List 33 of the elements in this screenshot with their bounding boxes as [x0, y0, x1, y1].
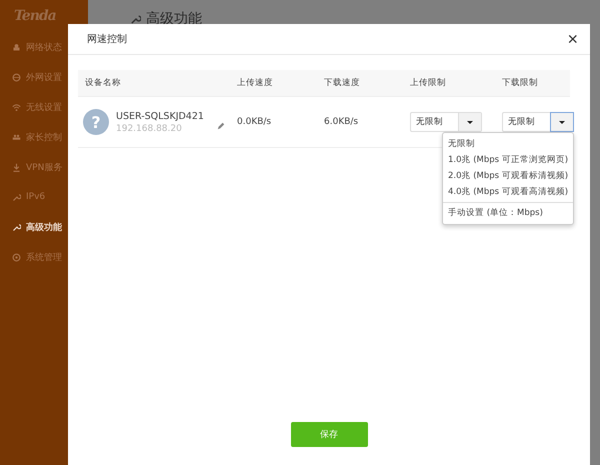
device-name: USER-SQLSKJD421 — [116, 110, 204, 122]
close-button[interactable]: × — [565, 30, 580, 48]
wifi-icon — [12, 102, 21, 112]
table-cell-text: 0.0KB/s — [236, 117, 272, 127]
sidebar-item[interactable]: 高级功能 — [0, 212, 88, 242]
gear-icon — [12, 252, 21, 262]
logo-text: Tenda — [13, 7, 57, 26]
column-header: 下载限制 — [501, 77, 539, 89]
edit-icon[interactable] — [216, 122, 225, 130]
wrench-icon — [12, 222, 21, 232]
column-header: 下载速度 — [323, 77, 361, 89]
wrench-icon — [130, 14, 141, 24]
table-cell-text: 6.0KB/s — [323, 117, 360, 127]
limit-dropdown[interactable]: 无限制 — [502, 112, 574, 132]
caret-icon — [467, 120, 473, 124]
menu-option[interactable]: 1.0兆 (Mbps 可正常浏览网页) — [443, 152, 573, 168]
limit-dropdown[interactable]: 无限制 — [410, 112, 482, 132]
column-header: 设备名称 — [84, 77, 122, 89]
menu-option[interactable]: 2.0兆 (Mbps 可观看标清视频) — [443, 168, 573, 184]
menu-option[interactable]: 无限制 — [443, 136, 573, 152]
menu-option[interactable]: 手动设置 (单位：Mbps) — [443, 202, 573, 221]
column-header: 上传速度 — [236, 77, 274, 89]
dialog-title: 网速控制 — [87, 32, 127, 46]
menu-option[interactable]: 4.0兆 (Mbps 可观看高清视频) — [443, 184, 573, 200]
download-icon — [12, 162, 21, 172]
people-icon — [12, 132, 21, 142]
unknown-device-icon: ? — [83, 109, 109, 135]
column-header: 上传限制 — [409, 77, 447, 89]
wrench-icon — [12, 192, 21, 202]
status-icon — [12, 42, 21, 52]
globe-icon — [12, 72, 21, 82]
device-ip: 192.168.88.20 — [116, 124, 183, 134]
caret-icon — [559, 120, 565, 124]
